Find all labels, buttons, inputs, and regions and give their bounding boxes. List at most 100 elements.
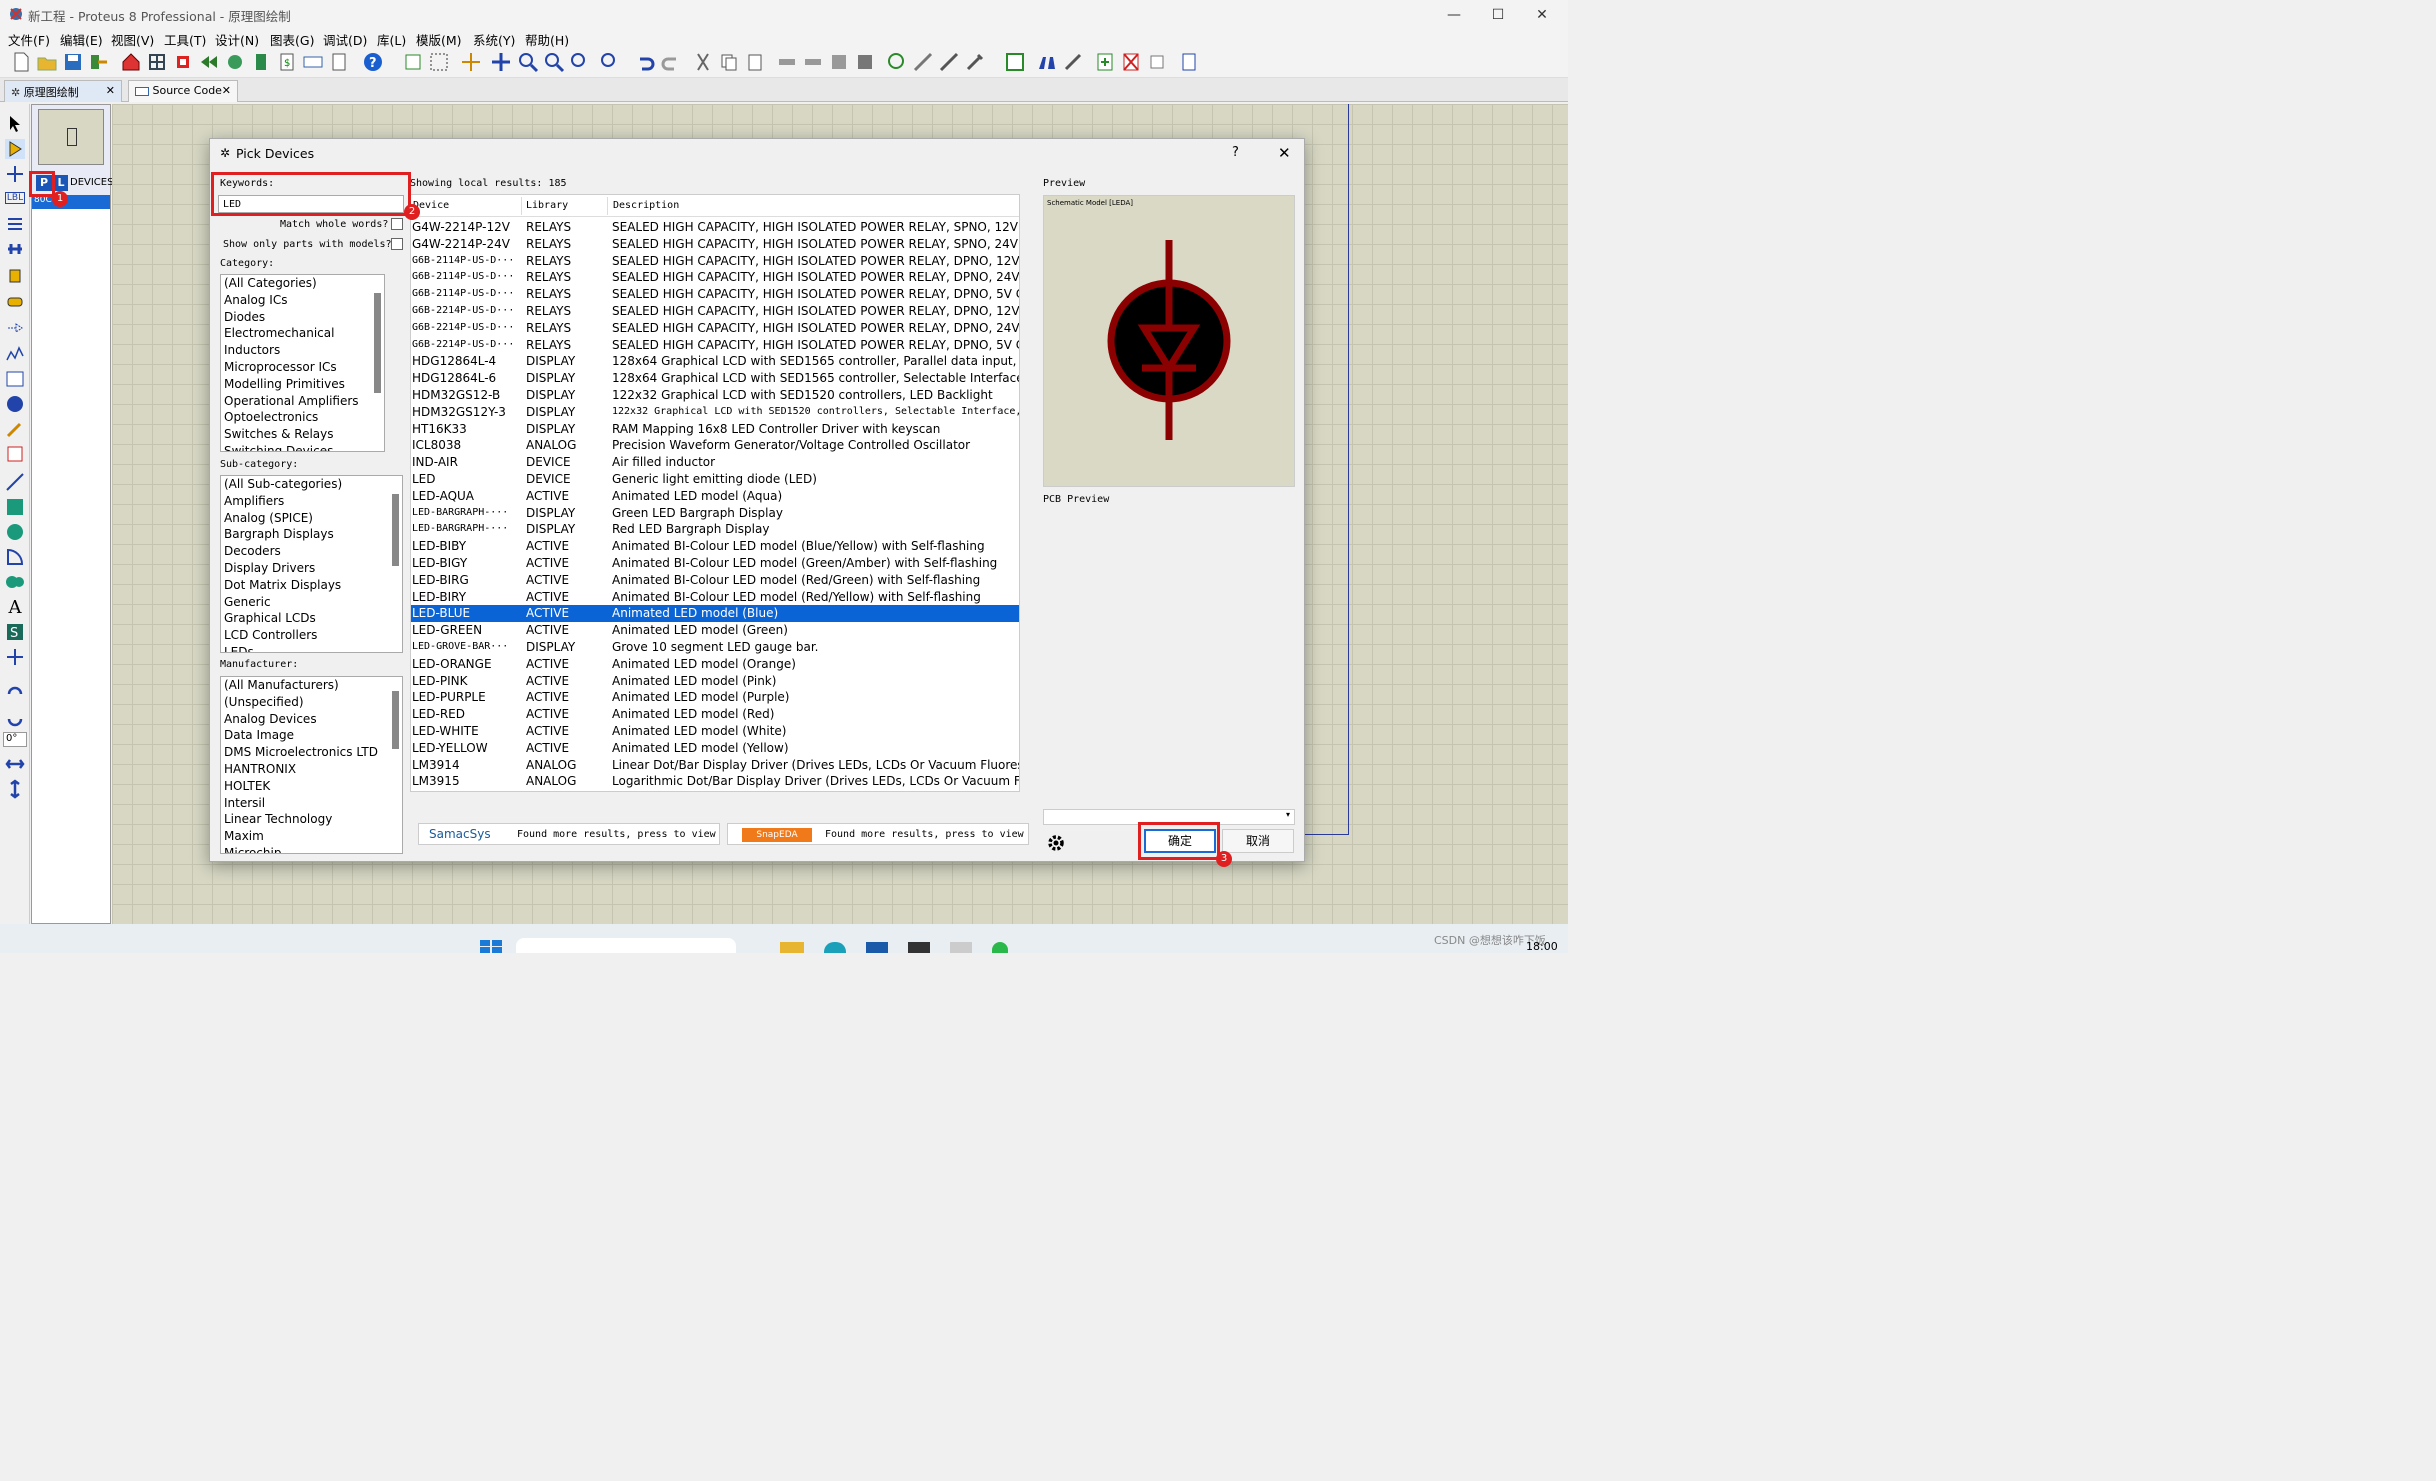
- menu-tools[interactable]: 工具(T): [164, 30, 206, 49]
- text-script-icon[interactable]: [5, 214, 25, 234]
- list-item[interactable]: Linear Technology: [221, 811, 402, 828]
- open-folder-icon[interactable]: [36, 51, 58, 73]
- table-row[interactable]: LED-BIBY ACTIVE Animated BI-Colour LED mod…: [411, 538, 1019, 555]
- mirror-vertical-icon[interactable]: [5, 779, 25, 799]
- import-icon[interactable]: [88, 51, 110, 73]
- tape-recorder-icon[interactable]: [5, 369, 25, 389]
- exit-to-parent-icon[interactable]: [1146, 51, 1168, 73]
- list-item[interactable]: Display Drivers: [221, 560, 402, 577]
- rotate-anticlockwise-icon[interactable]: [5, 709, 25, 729]
- voltage-probe-icon[interactable]: [5, 419, 25, 439]
- package-tool-icon[interactable]: [938, 51, 960, 73]
- simulate-icon[interactable]: [198, 51, 220, 73]
- menu-graph[interactable]: 图表(G): [270, 30, 314, 49]
- tab-source-code[interactable]: Source Code ✕: [128, 80, 238, 102]
- list-item[interactable]: (All Manufacturers): [221, 677, 402, 694]
- table-row[interactable]: LED-BIRY ACTIVE Animated BI-Colour LED mod…: [411, 589, 1019, 606]
- dialog-close-button[interactable]: ✕: [1278, 144, 1291, 162]
- junction-dot-icon[interactable]: [5, 164, 25, 184]
- wire-label-icon[interactable]: LBL: [5, 192, 25, 204]
- list-item[interactable]: Inductors: [221, 342, 384, 359]
- list-item[interactable]: Data Image: [221, 727, 402, 744]
- netlist-icon[interactable]: [1178, 51, 1200, 73]
- make-device-icon[interactable]: [912, 51, 934, 73]
- refresh-icon[interactable]: [402, 51, 424, 73]
- table-row[interactable]: G4W-2214P-24V RELAYS SEALED HIGH CAPACITY,…: [411, 236, 1019, 253]
- manufacturer-scrollbar[interactable]: [392, 691, 399, 749]
- table-row[interactable]: LED-PURPLE ACTIVE Animated LED model (Purp…: [411, 689, 1019, 706]
- close-icon[interactable]: ✕: [106, 84, 115, 97]
- list-item[interactable]: Decoders: [221, 543, 402, 560]
- list-item[interactable]: Analog ICs: [221, 292, 384, 309]
- list-item[interactable]: Graphical LCDs: [221, 610, 402, 627]
- table-row[interactable]: LM3915 ANALOG Logarithmic Dot/Bar Display …: [411, 773, 1019, 790]
- box-icon[interactable]: [5, 497, 25, 517]
- list-item[interactable]: Switching Devices: [221, 443, 384, 451]
- taskbar-app-icon[interactable]: [908, 942, 930, 953]
- table-row[interactable]: LM3914 ANALOG Linear Dot/Bar Display Drive…: [411, 757, 1019, 774]
- table-row[interactable]: G6B-2114P-US-D··· RELAYS SEALED HIGH CAPAC…: [411, 253, 1019, 270]
- table-row[interactable]: LED-BIGY ACTIVE Animated BI-Colour LED mod…: [411, 555, 1019, 572]
- menu-template[interactable]: 模版(M): [416, 30, 462, 49]
- zoom-out-icon[interactable]: [543, 51, 565, 73]
- save-icon[interactable]: [62, 51, 84, 73]
- arc-icon[interactable]: [5, 547, 25, 567]
- list-item[interactable]: HANTRONIX: [221, 761, 402, 778]
- table-row[interactable]: LED-GROVE-BAR··· DISPLAY Grove 10 segment …: [411, 639, 1019, 656]
- paste-icon[interactable]: [744, 51, 766, 73]
- symbol-icon[interactable]: S: [5, 622, 25, 642]
- list-item[interactable]: (All Sub-categories): [221, 476, 402, 493]
- minimize-button[interactable]: —: [1432, 4, 1476, 26]
- only-models-checkbox[interactable]: [391, 238, 403, 250]
- menu-debug[interactable]: 调试(D): [323, 30, 367, 49]
- table-row[interactable]: G4W-2214P-12V RELAYS SEALED HIGH CAPACITY,…: [411, 219, 1019, 236]
- file-explorer-icon[interactable]: [780, 942, 804, 953]
- manufacturer-list[interactable]: (All Manufacturers) (Unspecified) Analog…: [220, 676, 403, 854]
- table-row[interactable]: LED-RED ACTIVE Animated LED model (Red): [411, 706, 1019, 723]
- table-row[interactable]: LED-WHITE ACTIVE Animated LED model (White…: [411, 723, 1019, 740]
- line-icon[interactable]: [5, 472, 25, 492]
- pcb-layout-icon[interactable]: [172, 51, 194, 73]
- table-row[interactable]: LED-PINK ACTIVE Animated LED model (Pink): [411, 673, 1019, 690]
- browser-icon[interactable]: [824, 942, 846, 953]
- results-table[interactable]: Device Library Description G4W-2214P-12V…: [410, 194, 1020, 792]
- list-item[interactable]: Generic: [221, 594, 402, 611]
- library-manager-button[interactable]: L: [54, 175, 68, 191]
- col-description-header[interactable]: Description: [613, 200, 679, 211]
- block-delete-icon[interactable]: [854, 51, 876, 73]
- cut-icon[interactable]: [692, 51, 714, 73]
- block-move-icon[interactable]: [802, 51, 824, 73]
- table-row[interactable]: G6B-2214P-US-D··· RELAYS SEALED HIGH CAPAC…: [411, 337, 1019, 354]
- wechat-icon[interactable]: [992, 942, 1008, 953]
- origin-icon[interactable]: [460, 51, 482, 73]
- copy-icon[interactable]: [718, 51, 740, 73]
- subcategory-list[interactable]: (All Sub-categories) Amplifiers Analog (…: [220, 475, 403, 653]
- close-window-button[interactable]: ✕: [1520, 4, 1564, 26]
- grid-icon[interactable]: [428, 51, 450, 73]
- category-list[interactable]: (All Categories) Analog ICs Diodes Elect…: [220, 274, 385, 452]
- rotate-clockwise-icon[interactable]: [5, 684, 25, 704]
- menu-design[interactable]: 设计(N): [215, 30, 259, 49]
- list-item[interactable]: Amplifiers: [221, 493, 402, 510]
- text-icon[interactable]: A: [5, 597, 25, 618]
- selection-mode-icon[interactable]: [5, 114, 25, 134]
- settings-gear-icon[interactable]: [1046, 833, 1066, 853]
- decompose-icon[interactable]: [964, 51, 986, 73]
- proteus-taskbar-icon[interactable]: [950, 942, 972, 953]
- table-row[interactable]: HDM32GS12-B DISPLAY 122x32 Graphical LCD w…: [411, 387, 1019, 404]
- table-row[interactable]: G6B-2214P-US-D··· RELAYS SEALED HIGH CAPAC…: [411, 303, 1019, 320]
- menu-file[interactable]: 文件(F): [8, 30, 50, 49]
- gerber-icon[interactable]: [250, 51, 272, 73]
- snapeda-search-bar[interactable]: SnapEDA Found more results, press to vie…: [727, 823, 1029, 845]
- undo-icon[interactable]: [634, 51, 656, 73]
- virtual-instrument-icon[interactable]: [5, 444, 25, 464]
- selected-device-item[interactable]: 80C: [32, 195, 110, 209]
- maximize-button[interactable]: ☐: [1476, 4, 1520, 26]
- table-row[interactable]: LED-YELLOW ACTIVE Animated LED model (Yell…: [411, 740, 1019, 757]
- zoom-area-icon[interactable]: [597, 51, 619, 73]
- list-item[interactable]: LEDs: [221, 644, 402, 652]
- table-row[interactable]: IND-AIR DEVICE Air filled inductor: [411, 454, 1019, 471]
- subcircuit-icon[interactable]: [5, 266, 25, 286]
- 3d-viewer-icon[interactable]: [224, 51, 246, 73]
- subcategory-scrollbar[interactable]: [392, 494, 399, 566]
